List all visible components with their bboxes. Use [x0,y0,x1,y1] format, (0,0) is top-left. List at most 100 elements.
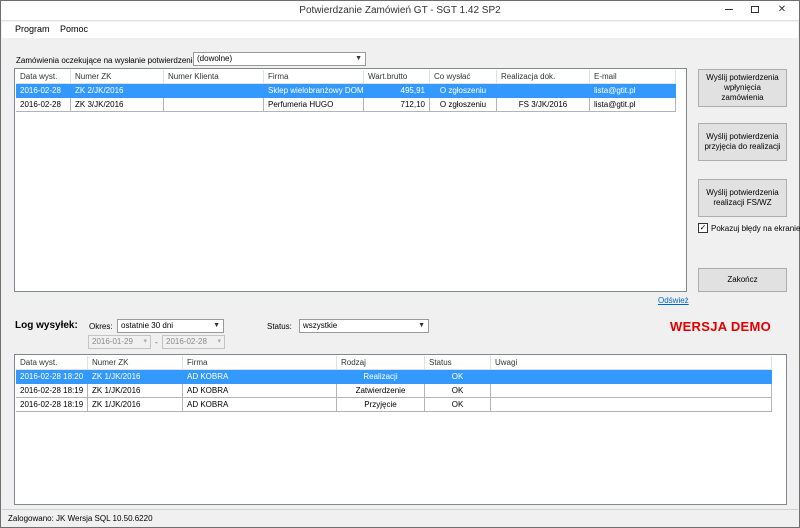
close-app-label: Zakończ [727,275,758,284]
orders-table-row[interactable]: 2016-02-28 ZK 3/JK/2016 Perfumeria HUGO 712… [16,98,676,112]
log-column-header[interactable]: Numer ZK [88,356,183,370]
title-bar: Potwierdzanie Zamówień GT - SGT 1.42 SP2… [1,1,799,21]
log-table-row[interactable]: 2016-02-28 18:19 ZK 1/JK/2016 AD KOBRA Przy… [16,398,772,412]
send-accepted-button[interactable]: Wyślij potwierdzenia przyjęcia do realiz… [698,123,787,161]
log-table-cell: 2016-02-28 18:19 [16,384,88,398]
period-label: Okres: [89,322,113,331]
log-table-cell: Przyjęcie [337,398,425,412]
log-table-row[interactable]: 2016-02-28 18:20 ZK 1/JK/2016 AD KOBRA Real… [16,370,772,384]
orders-table-row[interactable]: 2016-02-28 ZK 2/JK/2016 Sklep wielobranżow… [16,84,676,98]
status-bar-text: Zalogowano: JK Wersja SQL 10.50.6220 [8,514,153,523]
check-icon: ✓ [699,223,707,232]
send-received-button[interactable]: Wyślij potwierdzenia wpłynięcia zamówien… [698,69,787,107]
close-window-button[interactable]: ✕ [767,1,797,20]
orders-filter-select[interactable]: (dowolne) ▼ [193,52,366,66]
log-column-header[interactable]: Status [425,356,491,370]
period-select[interactable]: ostatnie 30 dni ▼ [117,319,224,333]
orders-table-cell [497,84,590,98]
log-title: Log wysyłek: [15,320,78,331]
orders-table-cell: lista@gtit.pl [590,84,676,98]
send-accepted-label: Wyślij potwierdzenia przyjęcia do realiz… [704,132,781,151]
send-received-label: Wyślij potwierdzenia wpłynięcia zamówien… [706,73,779,102]
orders-filter-value: (dowolne) [197,54,233,63]
log-column-header[interactable]: Uwagi [491,356,772,370]
orders-header-row: Data wyst. Numer ZK Numer Klienta Firma Wart… [16,70,676,84]
date-to-picker[interactable]: 2016-02-28 ▾ [162,335,225,349]
log-table-cell: OK [425,370,491,384]
app-window: Potwierdzanie Zamówień GT - SGT 1.42 SP2… [0,0,800,528]
orders-column-header[interactable]: Numer ZK [71,70,164,84]
orders-table-cell: Sklep wielobranżowy DOM... [264,84,364,98]
orders-table-cell: 2016-02-28 [16,98,71,112]
orders-table-cell [164,98,264,112]
menu-program[interactable]: Program [15,24,50,34]
orders-table-cell: O zgłoszeniu [430,98,497,112]
close-icon: ✕ [777,4,787,15]
orders-table-cell: O zgłoszeniu [430,84,497,98]
orders-table-cell: 2016-02-28 [16,84,71,98]
minimize-icon [725,8,733,10]
show-errors-label: Pokazuj błędy na ekranie [711,224,800,233]
orders-column-header[interactable]: Wart.brutto [364,70,430,84]
log-table-cell: 2016-02-28 18:20 [16,370,88,384]
refresh-link[interactable]: Odśwież [658,296,689,305]
date-to-value: 2016-02-28 [166,337,207,346]
log-table-cell: ZK 1/JK/2016 [88,384,183,398]
log-table-cell: AD KOBRA [183,398,337,412]
orders-table-cell: Perfumeria HUGO [264,98,364,112]
log-column-header[interactable]: Rodzaj [337,356,425,370]
calendar-dropdown-icon: ▾ [217,338,221,345]
orders-column-header[interactable]: Numer Klienta [164,70,264,84]
log-table-cell: OK [425,398,491,412]
date-range-separator: - [155,338,158,347]
log-table-cell: AD KOBRA [183,370,337,384]
menu-bar: Program Pomoc [2,22,798,38]
log-column-header[interactable]: Data wyst. [16,356,88,370]
calendar-dropdown-icon: ▾ [143,338,147,345]
log-table[interactable]: Data wyst. Numer ZK Firma Rodzaj Status Uwagi… [14,354,787,505]
log-table-cell: OK [425,384,491,398]
status-value: wszystkie [303,321,338,330]
log-table-cell [491,398,772,412]
orders-table-cell: FS 3/JK/2016 [497,98,590,112]
show-errors-checkbox[interactable]: ✓ [698,223,708,233]
orders-table-cell: ZK 3/JK/2016 [71,98,164,112]
log-table-cell: ZK 1/JK/2016 [88,370,183,384]
send-realized-button[interactable]: Wyślij potwierdzenia realizacji FS/WZ [698,179,787,217]
log-table-cell: Zatwierdzenie [337,384,425,398]
log-table-cell: ZK 1/JK/2016 [88,398,183,412]
orders-table-cell: 495,91 [364,84,430,98]
orders-column-header[interactable]: E-mail [590,70,676,84]
close-app-button[interactable]: Zakończ [698,268,787,292]
chevron-down-icon: ▼ [213,322,220,329]
log-table-cell [491,384,772,398]
status-bar: Zalogowano: JK Wersja SQL 10.50.6220 [2,509,798,527]
orders-table-cell: ZK 2/JK/2016 [71,84,164,98]
demo-version-label: WERSJA DEMO [670,319,772,334]
chevron-down-icon: ▼ [418,322,425,329]
date-from-picker[interactable]: 2016-01-29 ▾ [88,335,151,349]
orders-column-header[interactable]: Data wyst. [16,70,71,84]
status-select[interactable]: wszystkie ▼ [299,319,429,333]
maximize-icon [751,5,759,13]
orders-table-cell: 712,10 [364,98,430,112]
period-value: ostatnie 30 dni [121,321,174,330]
send-realized-label: Wyślij potwierdzenia realizacji FS/WZ [706,188,779,207]
orders-column-header[interactable]: Co wysłać [430,70,497,84]
chevron-down-icon: ▼ [355,55,362,62]
orders-column-header[interactable]: Firma [264,70,364,84]
window-title: Potwierdzanie Zamówień GT - SGT 1.42 SP2 [299,5,501,16]
log-table-cell: AD KOBRA [183,384,337,398]
maximize-button[interactable] [741,1,769,20]
log-header-row: Data wyst. Numer ZK Firma Rodzaj Status Uwagi [16,356,772,370]
log-table-cell [491,370,772,384]
orders-column-header[interactable]: Realizacja dok. [497,70,590,84]
orders-table-cell [164,84,264,98]
log-table-row[interactable]: 2016-02-28 18:19 ZK 1/JK/2016 AD KOBRA Zatw… [16,384,772,398]
orders-label: Zamówienia oczekujące na wysłanie potwie… [16,56,197,65]
log-column-header[interactable]: Firma [183,356,337,370]
orders-table[interactable]: Data wyst. Numer ZK Numer Klienta Firma Wart… [14,68,687,292]
orders-table-cell: lista@gtit.pl [590,98,676,112]
minimize-button[interactable] [715,1,743,20]
menu-pomoc[interactable]: Pomoc [60,24,88,34]
